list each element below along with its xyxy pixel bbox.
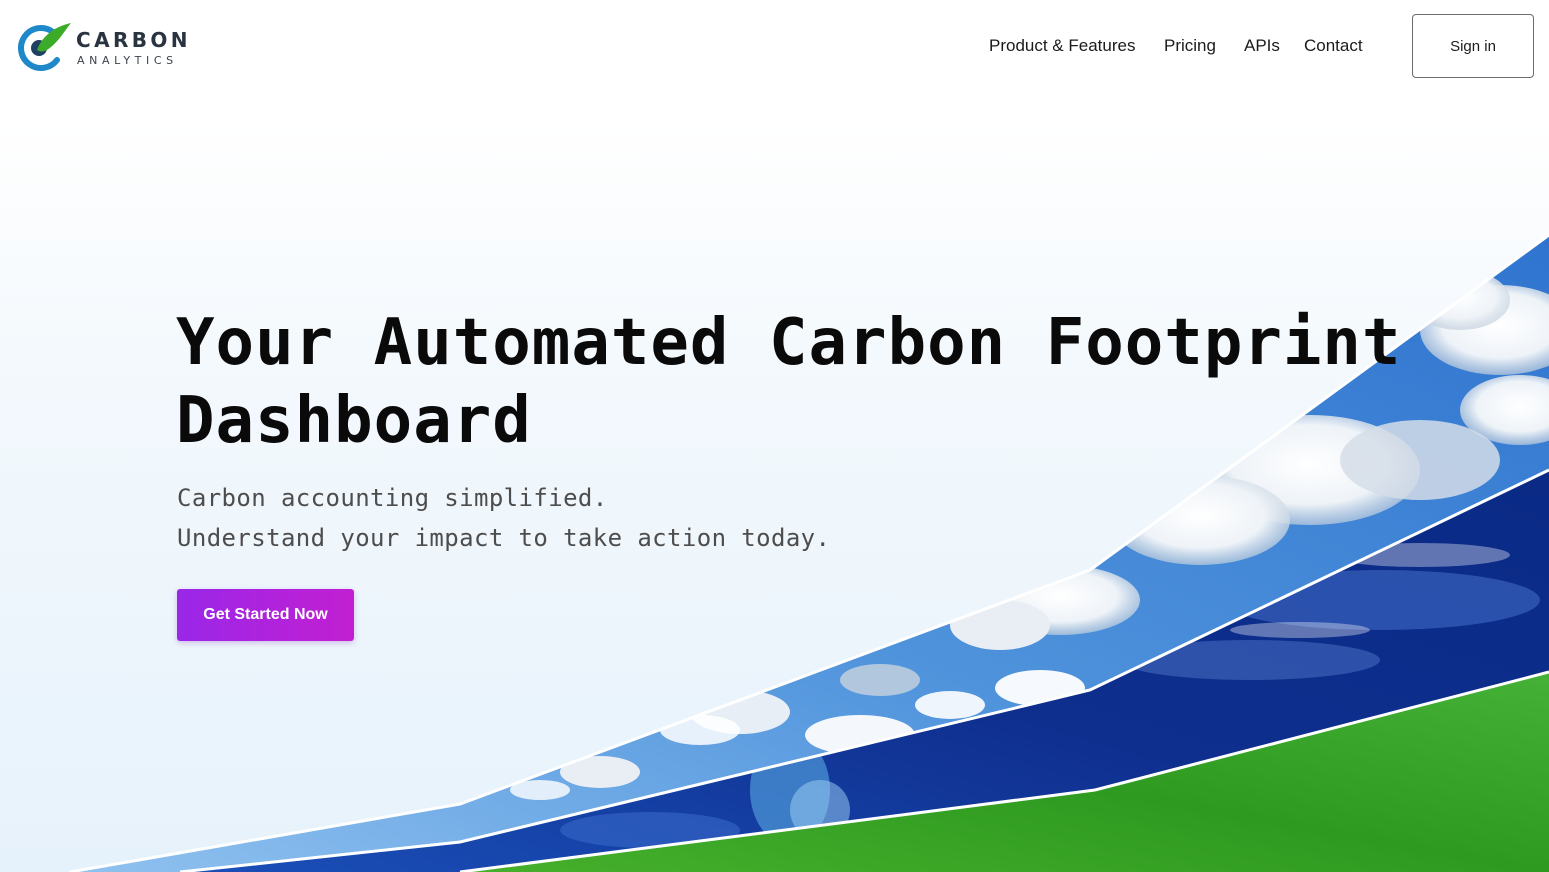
hero-title: Your Automated Carbon Footprint Dashboar… (176, 304, 1436, 460)
hero-title-line-1: Your Automated Carbon Footprint (176, 306, 1402, 380)
nav-product-features[interactable]: Product & Features (989, 34, 1135, 58)
landing-page: CARBON ANALYTICS Product & Features Pric… (0, 0, 1549, 872)
nav-apis[interactable]: APIs (1244, 34, 1280, 58)
nav-pricing[interactable]: Pricing (1164, 34, 1216, 58)
hero-title-line-2: Dashboard (176, 384, 532, 458)
carbon-leaf-c-logo-icon (18, 23, 71, 71)
hero-subtitle-line-1: Carbon accounting simplified. (177, 484, 608, 512)
hero-subtitle-line-2: Understand your impact to take action to… (177, 524, 831, 552)
site-header: CARBON ANALYTICS Product & Features Pric… (0, 0, 1549, 96)
brand-tagline: ANALYTICS (77, 54, 178, 67)
nav-contact[interactable]: Contact (1304, 34, 1363, 58)
brand-logo[interactable]: CARBON ANALYTICS (15, 20, 195, 74)
get-started-button[interactable]: Get Started Now (177, 589, 354, 641)
brand-name: CARBON (76, 28, 191, 52)
sign-in-button[interactable]: Sign in (1412, 14, 1534, 78)
hero-subtitle: Carbon accounting simplified. Understand… (177, 478, 1077, 558)
